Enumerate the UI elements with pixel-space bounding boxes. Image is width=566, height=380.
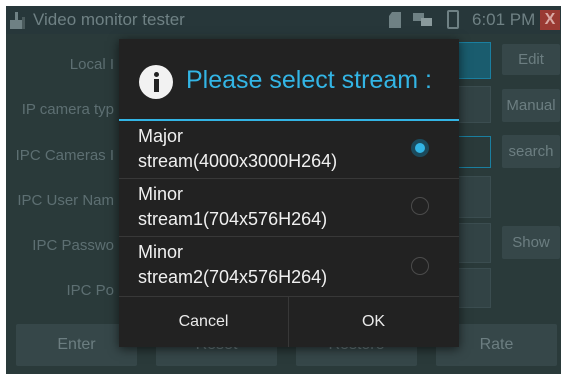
ipc-port-field[interactable]	[458, 268, 491, 308]
sd-card-icon	[389, 12, 401, 28]
stream-option-detail: stream2(704x576H264)	[138, 267, 328, 287]
stream-option-major[interactable]: Major stream(4000x3000H264)	[119, 121, 459, 179]
ok-button[interactable]: OK	[289, 297, 458, 347]
close-button[interactable]: X	[540, 10, 560, 30]
dialog-title: Please select stream :	[186, 66, 432, 94]
ipc-cameras-ip-field[interactable]	[458, 136, 491, 168]
label-local-ip: Local I	[69, 56, 114, 73]
stream-option-name: Minor	[138, 184, 184, 204]
manual-button[interactable]: Manual	[502, 89, 560, 122]
device-screen: Video monitor tester 6:01 PM X Local I I…	[6, 6, 561, 374]
search-button[interactable]: search	[502, 135, 560, 168]
app-title: Video monitor tester	[33, 10, 185, 29]
stream-option-detail: stream(4000x3000H264)	[138, 151, 338, 171]
info-icon	[139, 65, 173, 99]
edit-button[interactable]: Edit	[502, 44, 560, 75]
local-ip-field[interactable]	[458, 42, 491, 79]
label-ipc-password: IPC Passwo	[32, 237, 114, 254]
label-ip-camera-type: IP camera typ	[21, 101, 114, 118]
stream-option-name: Major	[138, 126, 184, 146]
stream-option-label: Minor stream1(704x576H264)	[138, 182, 408, 232]
label-ipc-user-name: IPC User Nam	[17, 192, 114, 209]
ipc-user-name-field[interactable]	[458, 176, 491, 218]
stream-option-label: Minor stream2(704x576H264)	[138, 240, 408, 290]
stream-option-detail: stream1(704x576H264)	[138, 209, 328, 229]
status-bar: Video monitor tester 6:01 PM X	[6, 6, 561, 34]
stream-option-label: Major stream(4000x3000H264)	[138, 124, 408, 174]
network-icon	[413, 13, 432, 26]
stream-option-minor-1[interactable]: Minor stream1(704x576H264)	[119, 179, 459, 237]
stream-option-minor-2[interactable]: Minor stream2(704x576H264)	[119, 237, 459, 297]
radio-button[interactable]	[411, 257, 429, 275]
app-tester-icon	[10, 12, 25, 29]
radio-button-selected[interactable]	[411, 139, 429, 157]
label-ipc-port: IPC Po	[66, 282, 114, 299]
ipc-password-field[interactable]	[458, 223, 491, 263]
show-button[interactable]: Show	[502, 226, 560, 259]
stream-option-name: Minor	[138, 242, 184, 262]
label-ipc-cameras-ip: IPC Cameras I	[15, 147, 114, 164]
radio-button[interactable]	[411, 197, 429, 215]
clock: 6:01 PM	[472, 10, 536, 29]
cancel-button[interactable]: Cancel	[119, 297, 288, 347]
ip-camera-type-field[interactable]	[458, 86, 491, 123]
battery-icon	[447, 10, 459, 29]
select-stream-dialog: Please select stream : Major stream(4000…	[119, 39, 459, 347]
